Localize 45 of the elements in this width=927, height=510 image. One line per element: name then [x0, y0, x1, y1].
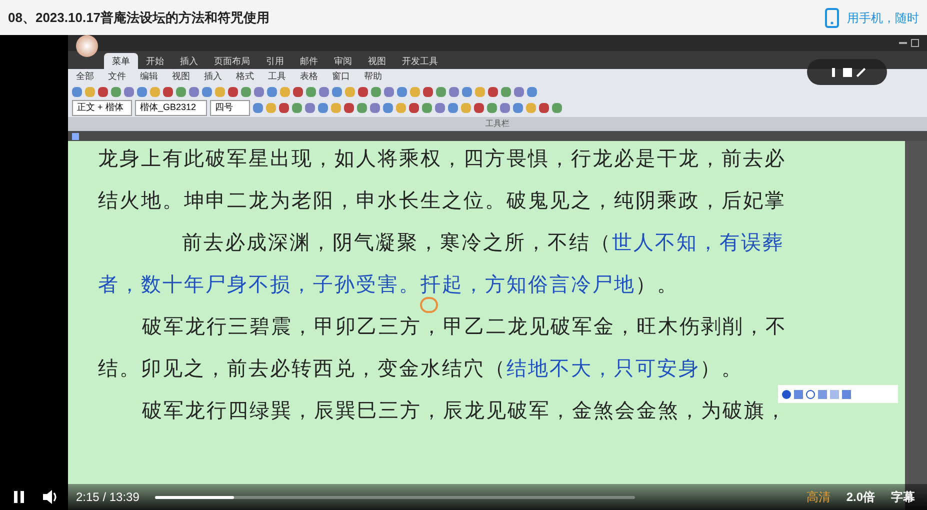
- ribbon-tab[interactable]: 邮件: [292, 53, 326, 69]
- note-text: 者，数十年尸身不损，子孙受害。扦起，方知俗言冷尸地: [98, 271, 636, 297]
- menu-item[interactable]: 格式: [232, 70, 258, 84]
- video-title: 08、2023.10.17普庵法设坛的方法和符咒使用: [8, 8, 270, 27]
- input-method-toolbar[interactable]: [778, 385, 898, 403]
- menu-item[interactable]: 工具: [264, 70, 290, 84]
- time-display: 2:15 / 13:39: [76, 489, 140, 506]
- ribbon-tab[interactable]: 审阅: [326, 53, 360, 69]
- ribbon-tab[interactable]: 视图: [360, 53, 394, 69]
- ribbon-tab[interactable]: 开发工具: [394, 53, 446, 69]
- body-text: 前去必成深渊，阴气凝聚，寒冷之所，不结（: [182, 229, 612, 255]
- size-dropdown[interactable]: 四号: [210, 100, 250, 116]
- subtitles-button[interactable]: 字幕: [891, 488, 915, 506]
- body-text: 结火地。坤申二龙为老阳，申水长生之位。破鬼见之，纯阴乘政，后妃掌: [98, 187, 786, 213]
- menu-item[interactable]: 文件: [104, 70, 130, 84]
- note-text: 结地不大，只可安身: [506, 355, 700, 381]
- ribbon-tab[interactable]: 引用: [258, 53, 292, 69]
- note-text: 世人不知，有误葬: [612, 229, 784, 255]
- menu-item[interactable]: 窗口: [328, 70, 354, 84]
- body-text: ）。: [700, 355, 743, 381]
- ribbon-tab[interactable]: 开始: [138, 53, 172, 69]
- menu-item[interactable]: 插入: [200, 70, 226, 84]
- phone-icon: [825, 8, 839, 28]
- pause-icon[interactable]: [12, 490, 26, 504]
- annotation-toolbar[interactable]: [807, 59, 887, 85]
- menu-item[interactable]: 视图: [168, 70, 194, 84]
- menu-item[interactable]: 全部: [72, 70, 98, 84]
- ribbon-tab[interactable]: 页面布局: [206, 53, 258, 69]
- body-text: ）。: [636, 271, 678, 297]
- speed-button[interactable]: 2.0倍: [846, 488, 875, 506]
- font-dropdown[interactable]: 楷体_GB2312: [135, 100, 207, 116]
- menu-item[interactable]: 表格: [296, 70, 322, 84]
- style-dropdown[interactable]: 正文 + 楷体: [72, 100, 132, 116]
- menu-item[interactable]: 编辑: [136, 70, 162, 84]
- menu-item[interactable]: 帮助: [360, 70, 386, 84]
- body-text: 破军龙行三碧震，甲卯乙三方，甲乙二龙见破军金，旺木伤剥削，不: [142, 313, 787, 339]
- body-text: 龙身上有此破军星出现，如人将乘权，四方畏惧，行龙必是干龙，前去必: [98, 145, 786, 171]
- body-text: 破军龙行四绿巽，辰巽巳三方，辰龙见破军，金煞会金煞，为破旗，: [142, 397, 787, 423]
- ribbon-tab[interactable]: 插入: [172, 53, 206, 69]
- quality-button[interactable]: 高清: [806, 488, 830, 506]
- save-icon[interactable]: [72, 132, 79, 140]
- toolbar-caption: 工具栏: [486, 118, 510, 130]
- cursor-highlight-icon: [420, 297, 438, 313]
- body-text: 结。卯见之，前去必转西兑，变金水结穴（: [98, 355, 506, 381]
- ribbon-tab[interactable]: 菜单: [104, 53, 138, 69]
